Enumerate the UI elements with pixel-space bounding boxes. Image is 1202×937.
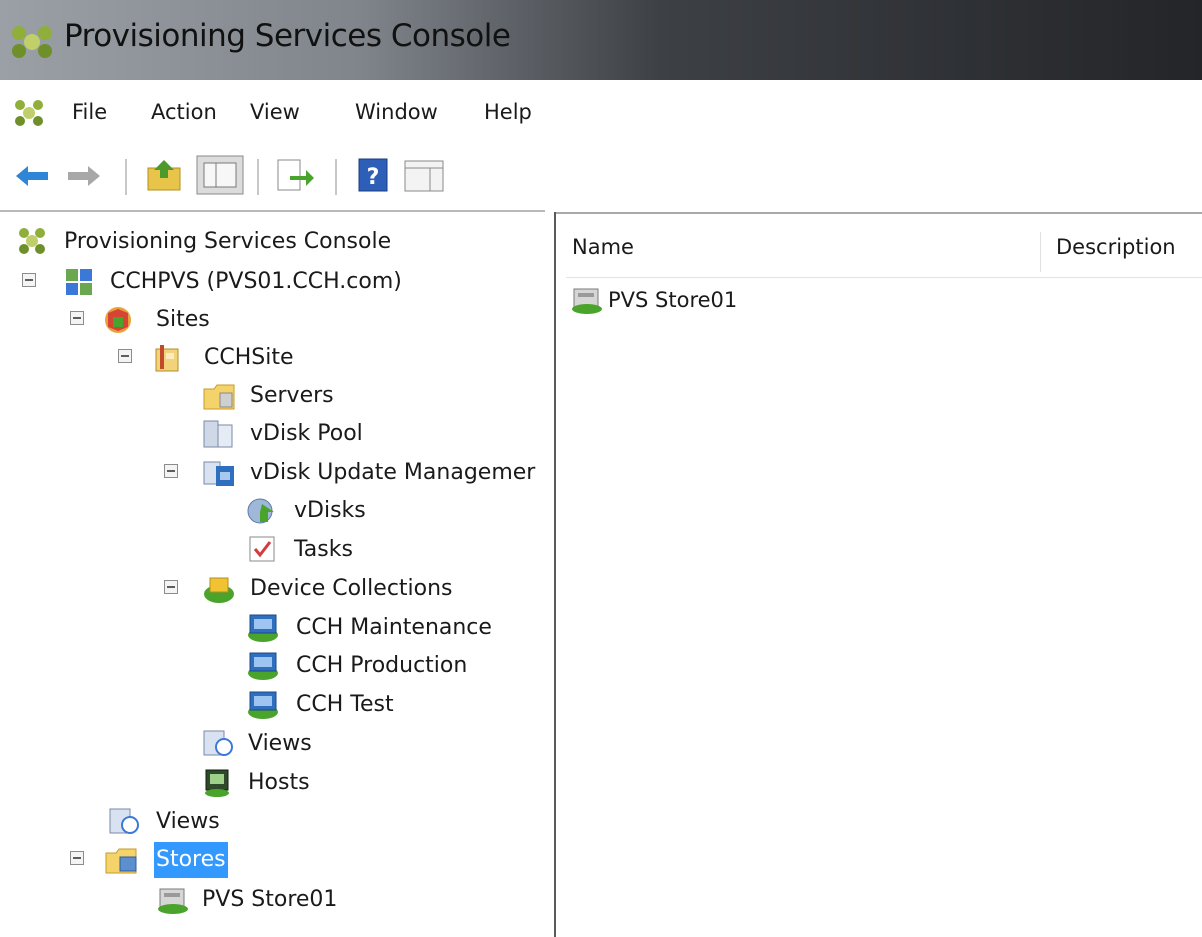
- tree-item-collection[interactable]: CCH Production: [246, 648, 541, 684]
- tree-item-label: CCHPVS (PVS01.CCH.com): [110, 269, 402, 294]
- tree-item-label: Sites: [156, 307, 210, 332]
- console-app-icon: [10, 24, 54, 64]
- tree-item-servers[interactable]: Servers: [202, 378, 532, 414]
- column-header-name[interactable]: Name: [572, 235, 634, 259]
- tree-item-label: Hosts: [248, 770, 310, 795]
- tree-item-store[interactable]: PVS Store01: [156, 882, 536, 918]
- back-arrow-icon[interactable]: [14, 164, 50, 192]
- toolbar-separator: [257, 159, 259, 195]
- menu-file[interactable]: File: [72, 100, 107, 124]
- tree-item-collection[interactable]: CCH Maintenance: [246, 610, 541, 646]
- tree-item-stores[interactable]: Stores: [66, 842, 536, 878]
- menu-window[interactable]: Window: [355, 100, 438, 124]
- svg-text:?: ?: [367, 165, 380, 190]
- toolbar-separator: [125, 159, 127, 195]
- forward-arrow-icon[interactable]: [66, 164, 102, 192]
- store-icon: [156, 885, 190, 927]
- tree-item-root[interactable]: Provisioning Services Console: [18, 224, 538, 260]
- column-header-description[interactable]: Description: [1056, 235, 1176, 259]
- stores-folder-icon: [104, 845, 140, 887]
- console-menu-icon[interactable]: [14, 99, 44, 131]
- show-hide-tree-icon[interactable]: [196, 155, 244, 199]
- up-folder-icon[interactable]: [146, 158, 184, 198]
- menu-action[interactable]: Action: [151, 100, 217, 124]
- tree-item-vdisk-pool[interactable]: vDisk Pool: [202, 416, 532, 452]
- tree-item-label: CCHSite: [204, 345, 294, 370]
- tree-item-label: Servers: [250, 383, 334, 408]
- tree-item-site[interactable]: CCHSite: [114, 340, 534, 376]
- help-icon[interactable]: ?: [358, 158, 390, 198]
- tree-item-label: CCH Maintenance: [296, 615, 492, 640]
- tree-item-farm-views[interactable]: Views: [108, 804, 528, 840]
- tree-item-label: Tasks: [294, 537, 353, 562]
- tree-item-label: vDisks: [294, 498, 366, 523]
- show-hide-action-pane-icon[interactable]: [404, 160, 444, 196]
- collapse-toggle[interactable]: [164, 580, 178, 594]
- toolbar-separator: [335, 159, 337, 195]
- menu-view[interactable]: View: [250, 100, 300, 124]
- tree-item-label: Views: [248, 731, 312, 756]
- tree-item-label: Provisioning Services Console: [64, 229, 392, 254]
- column-separator[interactable]: [1040, 232, 1041, 272]
- results-pane: [556, 212, 1202, 937]
- tree-item-label: Stores: [154, 842, 228, 878]
- tree-item-label: vDisk Update Managemer: [250, 460, 536, 485]
- tree-item-hosts[interactable]: Hosts: [202, 765, 532, 801]
- collapse-toggle[interactable]: [22, 273, 36, 287]
- tree-item-label: CCH Production: [296, 653, 468, 678]
- store-icon: [570, 285, 604, 326]
- list-item-label: PVS Store01: [608, 288, 738, 312]
- tree-item-label: CCH Test: [296, 692, 394, 717]
- tree-item-label: Views: [156, 809, 220, 834]
- menu-help[interactable]: Help: [484, 100, 532, 124]
- tree-item-farm[interactable]: CCHPVS (PVS01.CCH.com): [18, 264, 538, 300]
- window-title: Provisioning Services Console: [64, 18, 511, 54]
- tasks-icon: [248, 535, 276, 575]
- header-divider: [566, 277, 1202, 278]
- console-icon: [18, 227, 46, 267]
- tree-item-collection[interactable]: CCH Test: [246, 687, 541, 723]
- tree-item-tasks[interactable]: Tasks: [246, 532, 536, 568]
- tree-item-label: vDisk Pool: [250, 421, 363, 446]
- tree-item-vdisks[interactable]: vDisks: [246, 493, 536, 529]
- tree-item-site-views[interactable]: Views: [202, 726, 532, 762]
- site-icon: [152, 343, 182, 385]
- tree-item-label: PVS Store01: [202, 887, 338, 912]
- collapse-toggle[interactable]: [70, 851, 84, 865]
- collapse-toggle[interactable]: [118, 349, 132, 363]
- vdisk-update-icon: [202, 458, 236, 491]
- tree-item-vdisk-update-management[interactable]: vDisk Update Managemer: [160, 455, 545, 491]
- device-collections-icon: [202, 574, 236, 616]
- collapse-toggle[interactable]: [164, 464, 178, 478]
- collapse-toggle[interactable]: [70, 311, 84, 325]
- tree-item-sites[interactable]: Sites: [66, 302, 536, 338]
- tree-item-device-collections[interactable]: Device Collections: [160, 571, 535, 607]
- tree-item-label: Device Collections: [250, 576, 453, 601]
- export-list-icon[interactable]: [276, 158, 316, 198]
